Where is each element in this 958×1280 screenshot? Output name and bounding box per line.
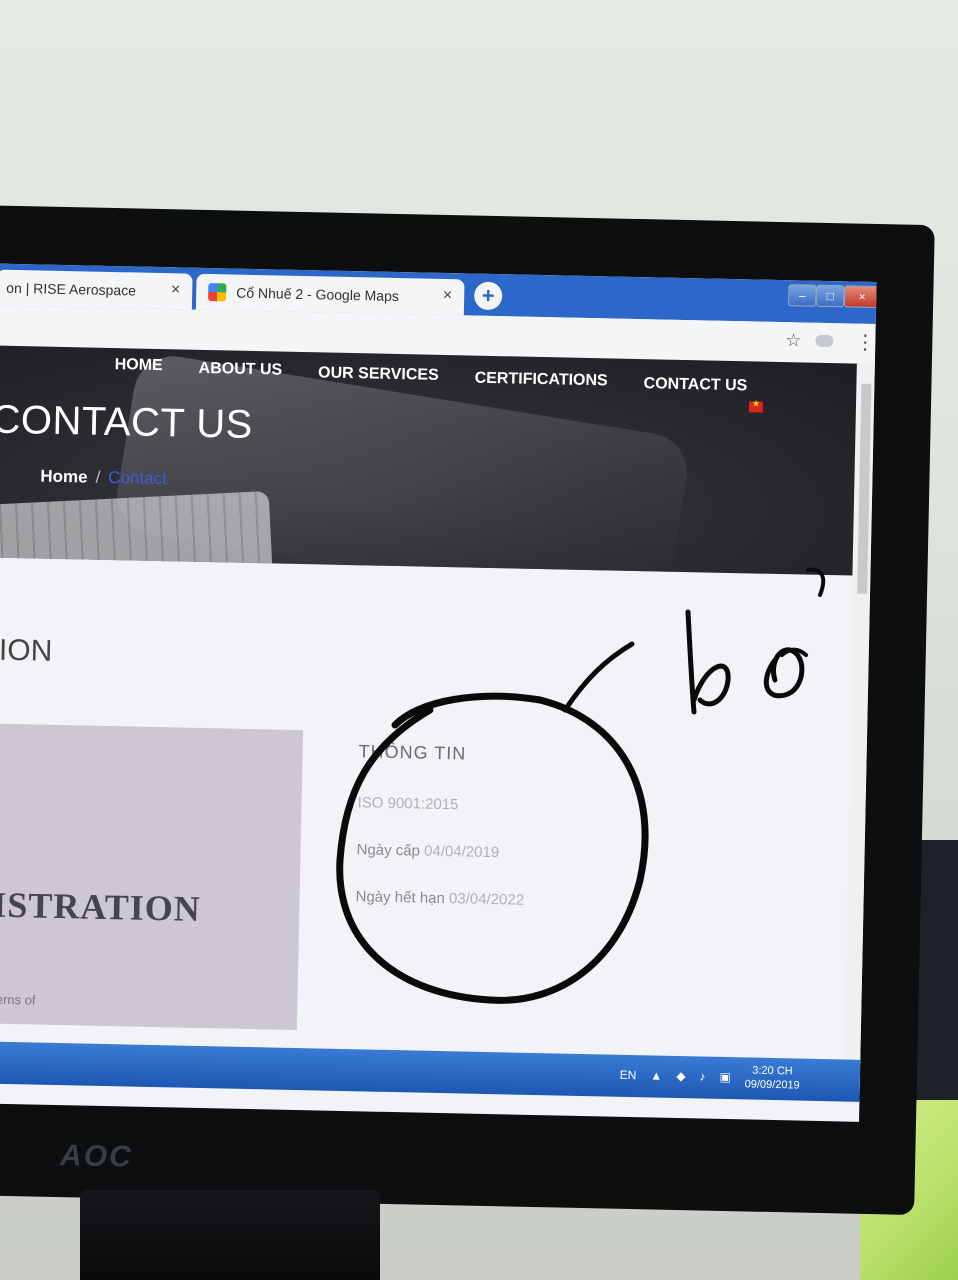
- close-window-button[interactable]: ×: [844, 285, 877, 309]
- section-heading: TION: [0, 633, 53, 668]
- expiry-value: 03/04/2022: [448, 890, 525, 909]
- tab-google-maps[interactable]: Cổ Nhuế 2 - Google Maps ×: [195, 273, 465, 316]
- issued-value: 04/04/2019: [423, 842, 500, 862]
- vietnam-flag-icon[interactable]: [748, 401, 764, 413]
- monitor-brand-logo: AOC: [59, 1139, 134, 1174]
- windows-taskbar: EN ▲ ◆ ♪ ▣ 3:20 CH 09/09/2019: [0, 1041, 861, 1102]
- nav-home[interactable]: HOME: [114, 356, 163, 375]
- breadcrumb: Home / Contact: [40, 467, 167, 490]
- page-title: CONTACT US: [0, 397, 254, 447]
- extension-icon[interactable]: [815, 334, 834, 348]
- tab-close-icon[interactable]: ×: [443, 287, 453, 305]
- breadcrumb-current: Contact: [108, 467, 168, 489]
- tab-title: on | RISE Aerospace: [6, 279, 137, 299]
- nav-our-services[interactable]: OUR SERVICES: [318, 364, 439, 385]
- kebab-menu-icon[interactable]: ⋮: [855, 330, 876, 355]
- google-maps-icon: [208, 283, 227, 302]
- registration-title: GISTRATION: [0, 884, 202, 929]
- info-standard: ISO 9001:2015: [357, 794, 459, 814]
- language-indicator[interactable]: EN: [620, 1068, 637, 1082]
- nav-about-us[interactable]: ABOUT US: [198, 360, 282, 380]
- minimize-button[interactable]: –: [788, 284, 817, 307]
- issued-label: Ngày cấp: [356, 841, 421, 860]
- tray-arrow-icon[interactable]: ▲: [650, 1068, 662, 1082]
- nav-certifications[interactable]: CERTIFICATIONS: [474, 370, 607, 391]
- dropbox-icon[interactable]: ◆: [676, 1069, 686, 1083]
- clock-date: 09/09/2019: [744, 1078, 800, 1092]
- scrollbar-thumb[interactable]: [857, 383, 872, 594]
- tab-title: Cổ Nhuế 2 - Google Maps: [236, 284, 399, 304]
- screen: on | RISE Aerospace × Cổ Nhuế 2 - Google…: [0, 263, 877, 1122]
- info-heading: THÔNG TIN: [358, 741, 467, 764]
- page-hero: HOME ABOUT US OUR SERVICES CERTIFICATION…: [0, 345, 857, 576]
- volume-icon[interactable]: ♪: [699, 1069, 705, 1083]
- new-tab-button[interactable]: +: [473, 281, 503, 311]
- info-expiry: Ngày hết hạn 03/04/2022: [355, 888, 524, 909]
- nav-contact-us[interactable]: CONTACT US: [643, 375, 747, 395]
- clock-time: 3:20 CH: [752, 1064, 793, 1078]
- breadcrumb-home[interactable]: Home: [40, 467, 88, 487]
- star-icon[interactable]: ☆: [785, 330, 802, 351]
- breadcrumb-separator: /: [95, 467, 101, 487]
- tab-rise-aerospace[interactable]: on | RISE Aerospace ×: [0, 269, 193, 310]
- tab-close-icon[interactable]: ×: [171, 281, 181, 299]
- monitor: on | RISE Aerospace × Cổ Nhuế 2 - Google…: [0, 205, 935, 1215]
- registration-text: nderns of: [0, 991, 36, 1008]
- system-tray: EN ▲ ◆ ♪ ▣ 3:20 CH 09/09/2019: [619, 1061, 800, 1093]
- registration-card: [0, 723, 304, 1031]
- expiry-label: Ngày hết hạn: [355, 888, 445, 908]
- certificate-info: THÔNG TIN ISO 9001:2015 Ngày cấp 04/04/2…: [355, 741, 527, 908]
- keyboard-image: [0, 490, 273, 576]
- maximize-button[interactable]: □: [816, 284, 845, 308]
- info-issued: Ngày cấp 04/04/2019: [356, 841, 525, 862]
- network-icon[interactable]: ▣: [719, 1070, 731, 1084]
- clock[interactable]: 3:20 CH 09/09/2019: [745, 1063, 801, 1092]
- monitor-stand: [80, 1190, 380, 1280]
